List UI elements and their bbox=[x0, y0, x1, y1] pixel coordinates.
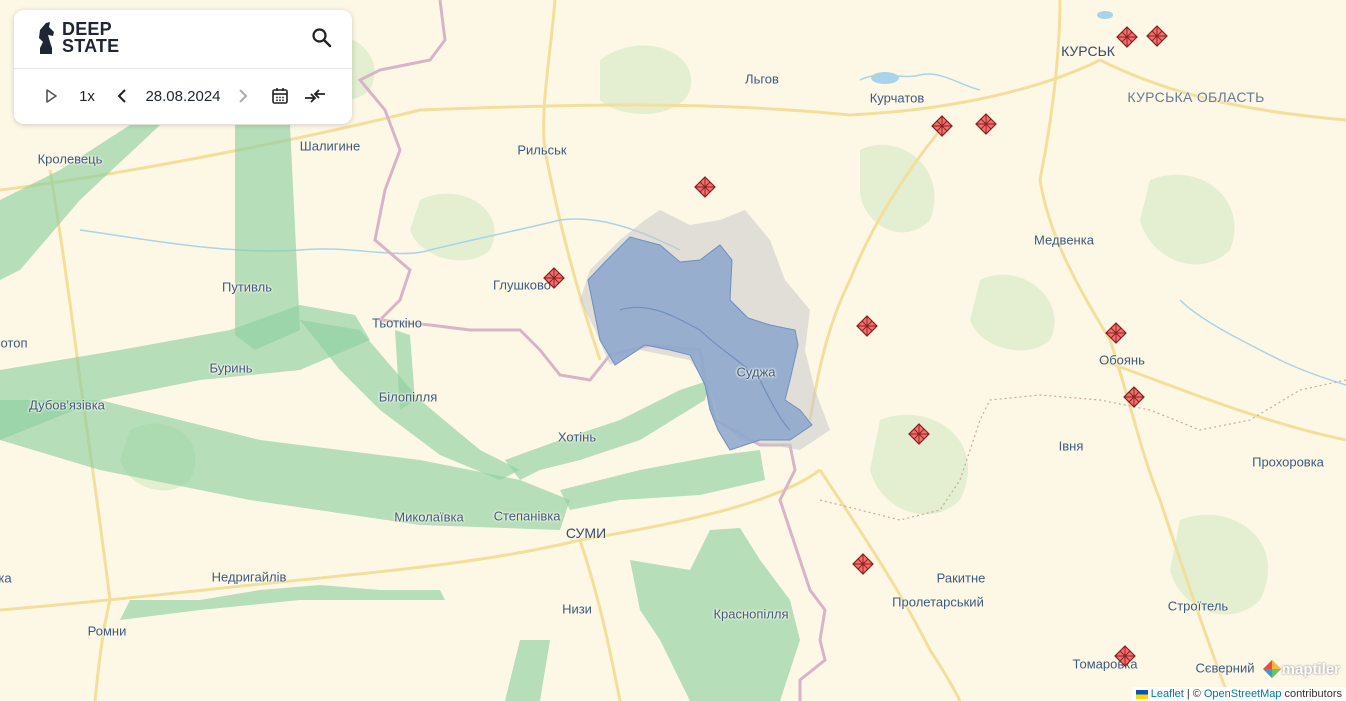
place-label: Обоянь bbox=[1099, 352, 1145, 368]
control-panel: DEEP STATE 1x 28.08.2024 bbox=[14, 10, 352, 124]
maptiler-logo[interactable]: maptiler bbox=[1262, 659, 1340, 679]
calendar-icon bbox=[272, 88, 288, 104]
logo-text: DEEP STATE bbox=[62, 20, 120, 56]
place-label: Шалигине bbox=[299, 138, 361, 154]
place-label: ка bbox=[0, 570, 12, 586]
attribution-contrib: contributors bbox=[1284, 688, 1342, 700]
place-label: Ракитне bbox=[936, 570, 986, 586]
date-label: 28.08.2024 bbox=[145, 87, 221, 105]
maptiler-icon bbox=[1262, 660, 1281, 678]
place-label: Прохоровка bbox=[1252, 454, 1324, 470]
chevron-left-icon bbox=[117, 89, 126, 103]
attribution: Leaflet | © OpenStreetMap contributors bbox=[1131, 687, 1346, 701]
place-label: Рильськ bbox=[517, 142, 567, 158]
chevron-right-icon bbox=[239, 89, 248, 103]
osm-link[interactable]: OpenStreetMap bbox=[1204, 688, 1282, 700]
place-label: Курчатов bbox=[869, 90, 925, 106]
lake bbox=[1097, 11, 1113, 19]
place-label: Кролевець bbox=[37, 151, 103, 167]
airfield-marker-icon[interactable] bbox=[931, 115, 953, 137]
logo-line-2: STATE bbox=[62, 36, 120, 56]
place-label: КУРСЬКА ОБЛАСТЬ bbox=[1127, 89, 1265, 105]
place-label: Сєверний bbox=[1195, 660, 1255, 676]
next-day-button[interactable] bbox=[233, 84, 253, 108]
airfield-marker-icon[interactable] bbox=[694, 176, 716, 198]
logo[interactable]: DEEP STATE bbox=[36, 20, 119, 56]
speed-button[interactable]: 1x bbox=[74, 84, 100, 108]
place-label: Тьоткіно bbox=[371, 315, 423, 331]
place-label: Недригайлів bbox=[211, 569, 287, 585]
place-label: Хотінь bbox=[557, 429, 597, 445]
search-icon bbox=[312, 28, 332, 48]
place-label: Медвенка bbox=[1034, 232, 1094, 248]
attribution-sep: | © bbox=[1186, 688, 1201, 700]
knight-icon bbox=[39, 22, 54, 54]
place-label: Білопілля bbox=[378, 389, 438, 405]
play-icon bbox=[46, 89, 57, 103]
airfield-marker-icon[interactable] bbox=[852, 553, 874, 575]
speed-label: 1x bbox=[79, 87, 95, 105]
place-label: Краснопілля bbox=[713, 606, 789, 622]
place-label: Строїтель bbox=[1167, 598, 1229, 614]
airfield-marker-icon[interactable] bbox=[1105, 322, 1127, 344]
place-label: Льгов bbox=[745, 71, 779, 87]
place-label: Буринь bbox=[209, 360, 253, 376]
compare-arrows-icon bbox=[305, 89, 325, 103]
maptiler-label: maptiler bbox=[1281, 660, 1340, 678]
place-label: Путивль bbox=[221, 279, 273, 295]
airfield-marker-icon[interactable] bbox=[1116, 26, 1138, 48]
place-label: Суджа bbox=[736, 364, 776, 380]
place-label: Івня bbox=[1058, 438, 1084, 454]
calendar-button[interactable] bbox=[268, 84, 292, 108]
compare-button[interactable] bbox=[302, 84, 328, 108]
place-label: Ромни bbox=[87, 623, 127, 639]
airfield-marker-icon[interactable] bbox=[1123, 386, 1145, 408]
place-label: Пролетарський bbox=[892, 594, 984, 610]
airfield-marker-icon[interactable] bbox=[1146, 25, 1168, 47]
place-label: СУМИ bbox=[565, 525, 607, 541]
lake bbox=[871, 72, 899, 84]
place-label: Низи bbox=[562, 601, 592, 617]
place-label: КУРСЬК bbox=[1061, 43, 1115, 59]
airfield-marker-icon[interactable] bbox=[908, 423, 930, 445]
airfield-marker-icon[interactable] bbox=[1114, 645, 1136, 667]
leaflet-link[interactable]: Leaflet bbox=[1151, 688, 1184, 700]
place-label: Степанівка bbox=[493, 508, 561, 524]
panel-divider bbox=[14, 68, 352, 69]
place-label: Миколаївка bbox=[394, 509, 464, 525]
date-display[interactable]: 28.08.2024 bbox=[140, 84, 226, 108]
play-button[interactable] bbox=[40, 84, 62, 108]
green-zones bbox=[0, 125, 800, 701]
airfield-marker-icon[interactable] bbox=[856, 315, 878, 337]
place-label: отоп bbox=[0, 335, 28, 351]
airfield-marker-icon[interactable] bbox=[543, 267, 565, 289]
search-button[interactable] bbox=[310, 26, 334, 50]
prev-day-button[interactable] bbox=[112, 84, 132, 108]
place-label: Дубов'язівка bbox=[29, 397, 105, 413]
airfield-marker-icon[interactable] bbox=[975, 113, 997, 135]
ukraine-flag-icon bbox=[1135, 689, 1148, 699]
